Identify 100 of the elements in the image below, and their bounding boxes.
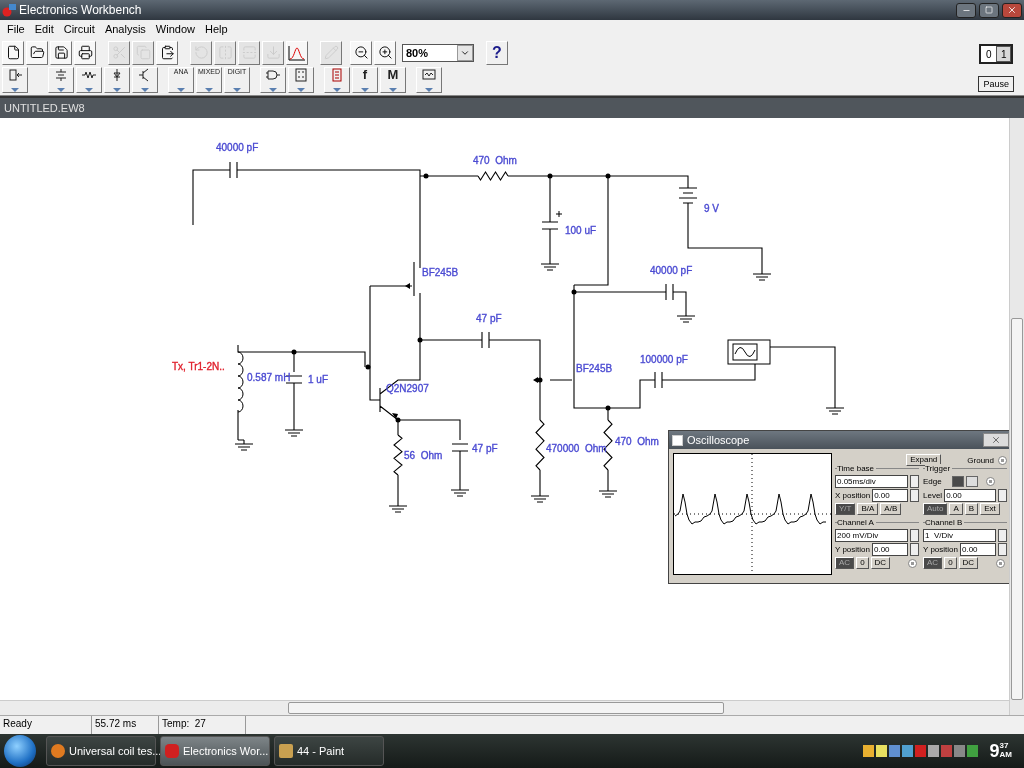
- dropdown-icon: [205, 88, 213, 92]
- toolbar-button[interactable]: [74, 40, 96, 65]
- component-label: BF245B: [422, 267, 459, 278]
- tray-icon[interactable]: [927, 745, 939, 757]
- start-button[interactable]: [4, 735, 36, 767]
- mode-button[interactable]: B/A: [857, 503, 879, 515]
- minimize-button[interactable]: [956, 2, 976, 18]
- channel-terminal-icon[interactable]: [996, 558, 1006, 568]
- volts-per-div-field[interactable]: 1 V/Div: [923, 528, 996, 542]
- taskbar-button[interactable]: 44 - Paint: [274, 736, 384, 766]
- parts-bin-button[interactable]: [104, 67, 130, 93]
- taskbar-button[interactable]: Electronics Wor...: [160, 736, 270, 766]
- edge-button[interactable]: [965, 475, 978, 487]
- dropdown-icon: [269, 88, 277, 92]
- parts-bin-button[interactable]: [48, 67, 74, 93]
- flip-h-icon: [217, 45, 233, 60]
- power-switch[interactable]: 0 1: [979, 44, 1014, 64]
- spin-button[interactable]: [910, 474, 919, 488]
- toolbar-button[interactable]: [156, 40, 178, 65]
- parts-bin-button[interactable]: [76, 67, 102, 93]
- mode-button[interactable]: Y/T: [835, 503, 856, 515]
- parts-bin-button[interactable]: [324, 67, 350, 93]
- spin-button[interactable]: [998, 528, 1007, 542]
- expand-button[interactable]: Expand: [906, 454, 942, 466]
- parts-bin-button[interactable]: [288, 67, 314, 93]
- coupling-button[interactable]: AC: [923, 557, 943, 569]
- component-label: Tx, Tr1-2N..: [172, 361, 225, 372]
- horizontal-scrollbar[interactable]: [0, 700, 1009, 715]
- flip-v-icon: [241, 45, 257, 60]
- menu-item[interactable]: Circuit: [58, 23, 100, 35]
- parts-bin-button[interactable]: f: [352, 67, 378, 93]
- coupling-button[interactable]: DC: [958, 557, 979, 569]
- y-position-field[interactable]: 0.00: [872, 542, 908, 556]
- coupling-button[interactable]: DC: [870, 557, 891, 569]
- new-icon: [5, 45, 21, 60]
- window-icon: [672, 434, 683, 446]
- time-base-field[interactable]: 0.05ms/div: [835, 474, 908, 488]
- menu-item[interactable]: File: [2, 23, 30, 35]
- edge-button[interactable]: [951, 475, 964, 487]
- properties-icon: [323, 45, 339, 60]
- toolbar-button[interactable]: [50, 40, 72, 65]
- parts-bin-icon: [8, 68, 22, 82]
- menu-item[interactable]: Help: [199, 23, 233, 35]
- vertical-scrollbar[interactable]: [1009, 118, 1024, 715]
- dropdown-icon: [333, 88, 341, 92]
- tray-icon[interactable]: [875, 745, 887, 757]
- toolbar-button[interactable]: [374, 40, 396, 65]
- parts-bin-button[interactable]: [132, 67, 158, 93]
- app-logo-icon: [2, 3, 16, 17]
- menu-item[interactable]: Analysis: [99, 23, 151, 35]
- tray-icon[interactable]: [888, 745, 900, 757]
- trigger-source-button[interactable]: B: [964, 503, 979, 515]
- spin-button[interactable]: [998, 488, 1007, 502]
- pause-button[interactable]: Pause: [978, 76, 1014, 92]
- zoom-select[interactable]: 80%: [402, 43, 474, 62]
- ground-terminal-icon[interactable]: [998, 455, 1007, 465]
- tray-icon[interactable]: [966, 745, 978, 757]
- ground-label: Ground: [967, 455, 994, 465]
- trigger-source-button[interactable]: Ext: [980, 503, 1000, 515]
- sources-bin-icon: [54, 68, 68, 82]
- spin-button[interactable]: [998, 542, 1007, 556]
- parts-bin-button[interactable]: [416, 67, 442, 93]
- parts-bin-button[interactable]: [260, 67, 286, 93]
- channel-terminal-icon[interactable]: [908, 558, 918, 568]
- spin-button[interactable]: [910, 542, 919, 556]
- dropdown-icon: [113, 88, 121, 92]
- maximize-icon: [985, 6, 993, 14]
- tray-icon[interactable]: [901, 745, 913, 757]
- menu-item[interactable]: Edit: [29, 23, 59, 35]
- component-label: 40000 pF: [650, 265, 693, 276]
- parts-bin-button[interactable]: [2, 67, 28, 93]
- x-position-field[interactable]: 0.00: [872, 488, 908, 502]
- coupling-button[interactable]: 0: [856, 557, 869, 569]
- field-label: Level: [923, 490, 943, 500]
- maximize-button[interactable]: [979, 2, 999, 18]
- coupling-button[interactable]: 0: [944, 557, 957, 569]
- trigger-source-button[interactable]: Auto: [923, 503, 948, 515]
- parts-bin-button[interactable]: M: [380, 67, 406, 93]
- help-button[interactable]: ?: [486, 40, 508, 65]
- trigger-source-button[interactable]: A: [949, 503, 963, 515]
- component-label: 40000 pF: [216, 142, 259, 153]
- close-button[interactable]: [1002, 2, 1022, 18]
- oscilloscope-title: Oscilloscope: [687, 434, 750, 446]
- mode-button[interactable]: A/B: [880, 503, 902, 515]
- toolbar-button[interactable]: [350, 40, 372, 65]
- spin-button[interactable]: [910, 528, 919, 542]
- y-position-field[interactable]: 0.00: [960, 542, 996, 556]
- coupling-button[interactable]: AC: [835, 557, 855, 569]
- trigger-terminal-icon[interactable]: [985, 476, 995, 486]
- toolbar-button[interactable]: [26, 40, 48, 65]
- volts-per-div-field[interactable]: 200 mV/Div: [835, 528, 908, 542]
- dropdown-icon: [425, 88, 433, 92]
- dropdown-icon: [177, 88, 185, 92]
- component-label: 56 Ohm: [404, 450, 443, 461]
- level-field[interactable]: 0.00: [944, 488, 996, 502]
- spin-button[interactable]: [910, 488, 919, 502]
- tray-icon[interactable]: [862, 745, 874, 757]
- toolbar-button[interactable]: [2, 40, 24, 65]
- group-label: Channel A: [837, 518, 876, 527]
- menu-item[interactable]: Window: [150, 23, 200, 35]
